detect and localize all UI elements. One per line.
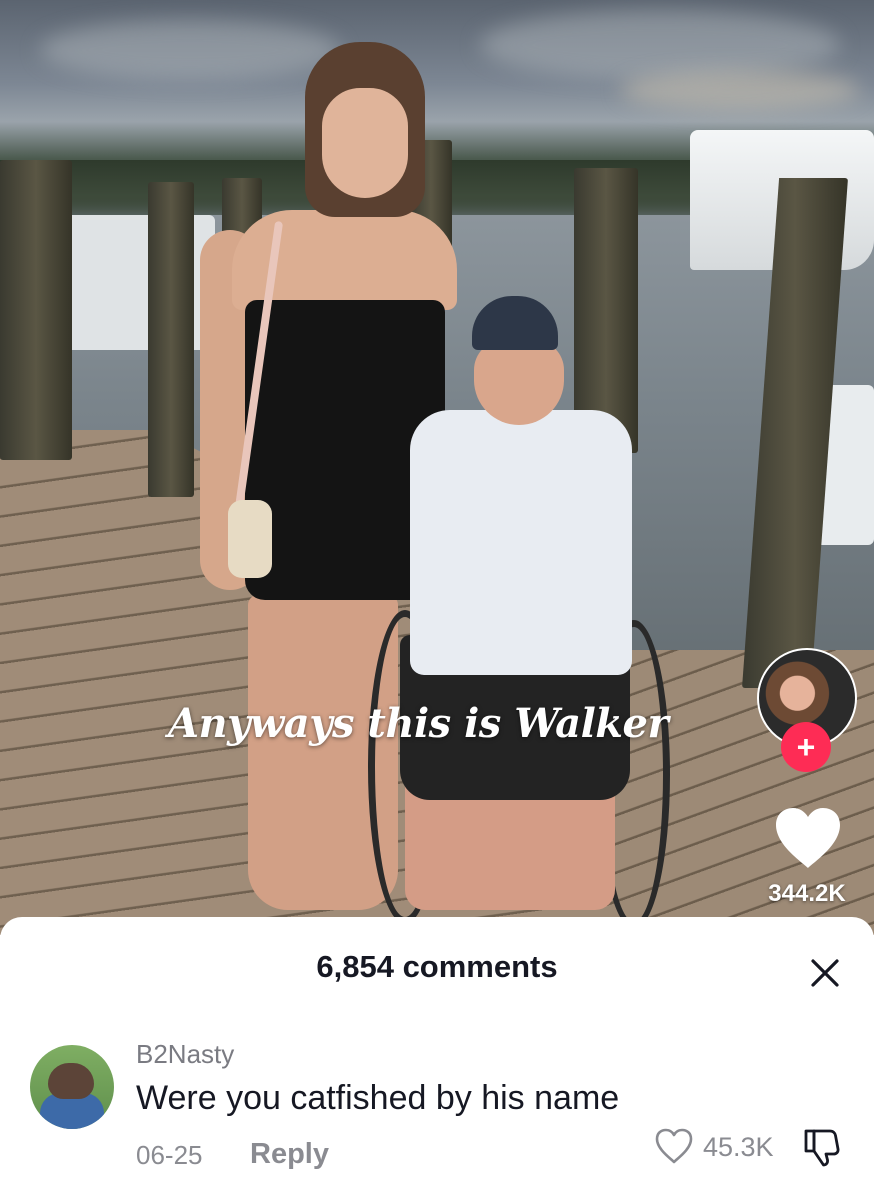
comment-date: 06-25 [136, 1140, 203, 1170]
handbag [228, 500, 272, 578]
heart-outline-icon[interactable] [654, 1127, 694, 1165]
close-icon[interactable] [805, 953, 845, 993]
follow-button[interactable]: + [781, 722, 831, 772]
cloud [620, 70, 860, 110]
person-shirt [410, 410, 632, 675]
like-count: 344.2K [768, 880, 846, 907]
comments-sheet: 6,854 comments B2Nasty Were you catfishe… [0, 917, 874, 1200]
person-face [322, 88, 408, 198]
dock-piling [0, 160, 72, 460]
cloud [480, 10, 840, 80]
video-player[interactable]: Anyways this is Walker + 344.2K [0, 0, 874, 935]
cloud [40, 20, 340, 80]
video-caption: Anyways this is Walker [168, 700, 669, 747]
avatar[interactable] [30, 1045, 114, 1129]
comments-count-title: 6,854 comments [316, 949, 558, 984]
dislike-icon[interactable] [800, 1125, 844, 1169]
heart-icon[interactable] [772, 805, 844, 871]
comment-like-count: 45.3K [703, 1132, 774, 1162]
comment-text: Were you catfished by his name [136, 1079, 620, 1117]
reply-button[interactable]: Reply [250, 1138, 329, 1171]
comment-username[interactable]: B2Nasty [136, 1039, 234, 1070]
dock-piling [148, 182, 194, 497]
avatar-figure-head [48, 1063, 94, 1099]
